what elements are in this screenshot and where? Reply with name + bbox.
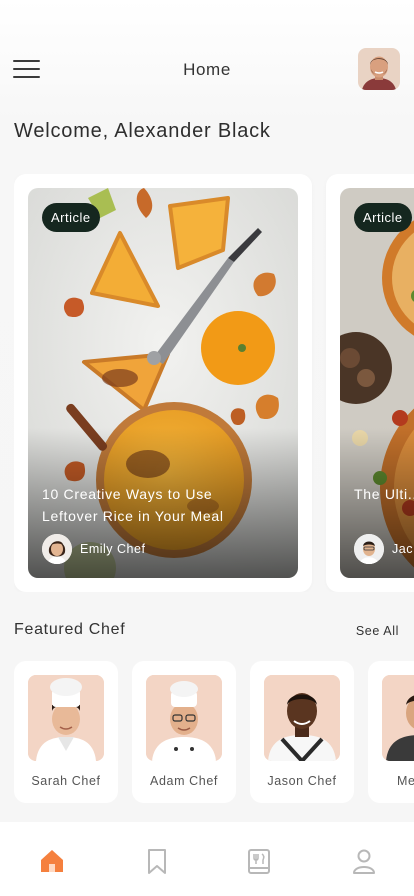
article-badge: Article <box>42 203 100 232</box>
chef-card-jason[interactable]: Jason Chef <box>250 661 354 803</box>
nav-home[interactable] <box>37 846 67 876</box>
article-author[interactable]: Emily Chef <box>42 534 145 564</box>
app-screen: Home Welcome, Alexander Black Article 10… <box>0 0 414 896</box>
chef-card-sarah[interactable]: Sarah Chef <box>14 661 118 803</box>
article-carousel[interactable]: Article 10 Creative Ways to Use Leftover… <box>14 174 414 592</box>
featured-chef-list[interactable]: Sarah Chef Adam Chef Jason Chef Me <box>14 661 414 803</box>
chef-card-mega[interactable]: Mega... <box>368 661 414 803</box>
chef-photo <box>264 675 340 761</box>
author-name: Jac... <box>392 542 414 556</box>
home-icon <box>41 850 63 872</box>
nav-saved[interactable] <box>142 846 172 876</box>
bookmark-icon <box>148 849 166 874</box>
author-avatar <box>354 534 384 564</box>
article-title: The Ulti... the Perf... <box>354 486 414 502</box>
article-badge: Article <box>354 203 412 232</box>
recipe-book-icon <box>248 849 270 874</box>
chef-photo <box>146 675 222 761</box>
profile-icon <box>353 849 375 874</box>
header: Home <box>0 44 414 96</box>
chef-photo <box>28 675 104 761</box>
article-card[interactable]: Article 10 Creative Ways to Use Leftover… <box>14 174 312 592</box>
chef-name: Mega... <box>397 774 414 788</box>
page-title: Home <box>183 60 231 79</box>
section-title-featured-chef: Featured Chef <box>14 621 126 638</box>
welcome-greeting: Welcome, Alexander Black <box>14 120 271 142</box>
article-image: Article 10 Creative Ways to Use Leftover… <box>28 188 298 578</box>
chef-name: Jason Chef <box>267 774 337 788</box>
user-avatar[interactable] <box>358 48 400 90</box>
article-image: Article The Ulti... the Perf... Jac... <box>340 188 414 578</box>
see-all-link[interactable]: See All <box>356 624 399 638</box>
author-avatar <box>42 534 72 564</box>
author-name: Emily Chef <box>80 542 146 556</box>
nav-recipes[interactable] <box>244 846 274 876</box>
chef-card-adam[interactable]: Adam Chef <box>132 661 236 803</box>
article-card[interactable]: Article The Ulti... the Perf... Jac... <box>326 174 414 592</box>
article-title: 10 Creative Ways to Use Leftover Rice in… <box>42 486 224 524</box>
article-author[interactable]: Jac... <box>354 534 414 564</box>
bottom-navigation <box>0 822 414 896</box>
chef-photo <box>382 675 414 761</box>
chef-name: Sarah Chef <box>31 774 101 788</box>
nav-profile[interactable] <box>349 846 379 876</box>
chef-name: Adam Chef <box>150 774 218 788</box>
